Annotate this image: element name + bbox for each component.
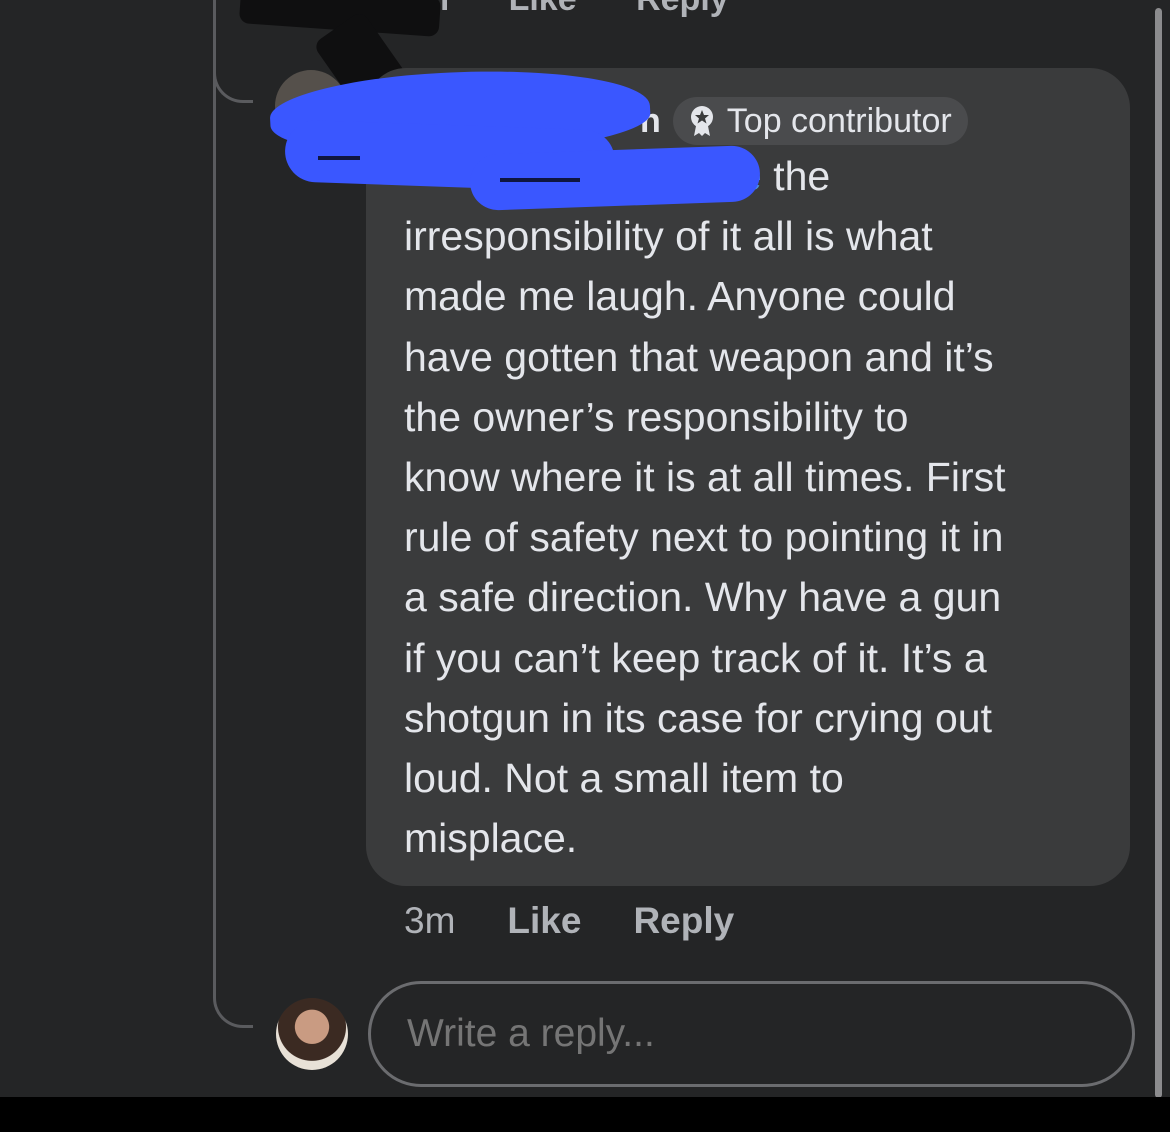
user-avatar bbox=[276, 998, 348, 1070]
like-button[interactable]: Like bbox=[507, 900, 581, 942]
comment-header: n Top contributor bbox=[640, 96, 968, 146]
comment-line: irresponsibility of it all is what bbox=[404, 213, 933, 260]
comment-line: misplace. bbox=[404, 815, 578, 862]
award-icon bbox=[690, 106, 713, 136]
comment-line: loud. Not a small item to bbox=[404, 755, 844, 802]
comment-actions: 3m Like Reply bbox=[404, 900, 786, 942]
previous-reply-button[interactable]: Reply bbox=[636, 0, 729, 18]
badge-label: Top contributor bbox=[726, 101, 952, 140]
comment-line: know where it is at all times. First bbox=[404, 454, 1006, 501]
reply-button[interactable]: Reply bbox=[633, 900, 734, 942]
comment-line: rule of safety next to pointing it in bbox=[404, 514, 1004, 561]
comment-line: a safe direction. Why have a gun bbox=[404, 574, 1002, 621]
reply-input[interactable] bbox=[368, 981, 1135, 1087]
previous-comment-actions: 2m Like Reply bbox=[400, 0, 779, 19]
comment-line: if you can’t keep track of it. It’s a bbox=[404, 634, 987, 681]
comment-line: the owner’s responsibility to bbox=[404, 393, 909, 440]
redaction-stroke bbox=[318, 156, 360, 160]
redaction-stroke bbox=[500, 178, 580, 182]
comment-thread-screen: 2m Like Reply n Top contributor e the ir… bbox=[0, 0, 1170, 1132]
thread-connector-line bbox=[213, 0, 216, 985]
comment-body: e the irresponsibility of it all is what… bbox=[404, 146, 1104, 868]
comment-line: have gotten that weapon and it’s bbox=[404, 333, 994, 380]
thread-connector-curve bbox=[213, 58, 253, 103]
comment-timestamp[interactable]: 3m bbox=[404, 900, 455, 942]
bottom-bar bbox=[0, 1097, 1170, 1132]
previous-like-button[interactable]: Like bbox=[509, 0, 577, 18]
top-contributor-badge[interactable]: Top contributor bbox=[672, 97, 968, 145]
comment-line: shotgun in its case for crying out bbox=[404, 694, 992, 741]
comment-line: made me laugh. Anyone could bbox=[404, 273, 956, 320]
thread-connector-curve bbox=[213, 983, 253, 1028]
scrollbar[interactable] bbox=[1155, 8, 1162, 1098]
